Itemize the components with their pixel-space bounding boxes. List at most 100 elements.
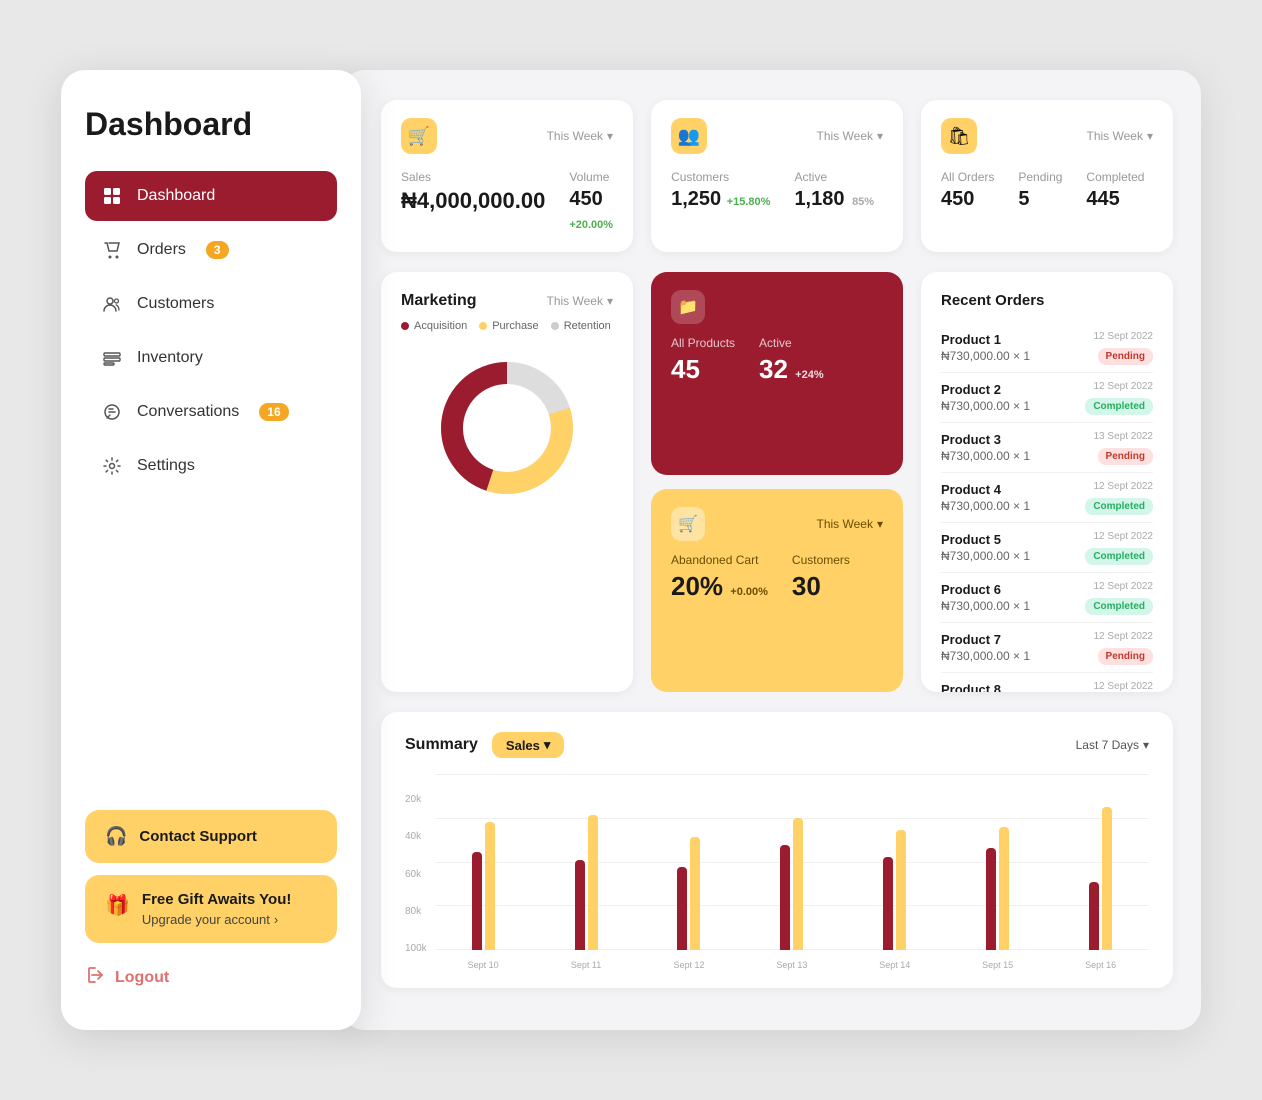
app-container: Dashboard Dashboard	[61, 70, 1201, 1030]
sidebar-title: Dashboard	[85, 106, 337, 143]
summary-header: Summary Sales ▾ Last 7 Days ▾	[405, 732, 1149, 758]
order-row[interactable]: Product 5 ₦730,000.00 × 1 12 Sept 2022 C…	[941, 523, 1153, 573]
headphone-icon: 🎧	[105, 826, 127, 847]
bar-label: Sept 13	[776, 960, 807, 970]
bar-yellow	[896, 830, 906, 950]
order-info: Product 3 ₦730,000.00 × 1	[941, 432, 1030, 463]
order-right: 12 Sept 2022 Completed	[1085, 381, 1153, 414]
abandoned-group: Abandoned Cart 20% +0.00%	[671, 553, 768, 602]
order-status: Completed	[1085, 498, 1153, 515]
completed-value: 445	[1086, 188, 1144, 211]
sidebar-item-orders[interactable]: Orders 3	[85, 225, 337, 275]
bar-label: Sept 12	[673, 960, 704, 970]
orders-icon	[101, 239, 123, 261]
bar-yellow	[588, 815, 598, 950]
bar-pair	[743, 818, 840, 950]
all-orders-group: All Orders 450	[941, 170, 994, 211]
volume-label: Volume	[569, 170, 613, 184]
order-date: 13 Sept 2022	[1094, 431, 1154, 442]
order-name: Product 4	[941, 482, 1030, 497]
bar-red	[986, 848, 996, 950]
order-row[interactable]: Product 7 ₦730,000.00 × 1 12 Sept 2022 P…	[941, 623, 1153, 673]
gift-icon: 🎁	[105, 893, 130, 918]
retention-dot	[551, 322, 559, 330]
order-info: Product 1 ₦730,000.00 × 1	[941, 332, 1030, 363]
all-products-label: All Products	[671, 336, 735, 350]
sales-stat-card: 🛒 This Week ▾ Sales ₦4,000,000.00 Volume	[381, 100, 633, 252]
free-gift-button[interactable]: 🎁 Free Gift Awaits You! Upgrade your acc…	[85, 875, 337, 943]
active-customers-group: Active 1,180 85%	[794, 170, 874, 211]
all-products-card: 📁 All Products 45 Active 32 +2	[651, 272, 903, 475]
order-row[interactable]: Product 4 ₦730,000.00 × 1 12 Sept 2022 C…	[941, 473, 1153, 523]
customers-icon	[101, 293, 123, 315]
order-amount: ₦730,000.00 × 1	[941, 649, 1030, 663]
order-amount: ₦730,000.00 × 1	[941, 399, 1030, 413]
order-info: Product 5 ₦730,000.00 × 1	[941, 532, 1030, 563]
product-metrics: All Products 45 Active 32 +24%	[671, 336, 883, 385]
bar-pair	[846, 830, 943, 950]
order-right: 12 Sept 2022 Completed	[1085, 531, 1153, 564]
order-name: Product 3	[941, 432, 1030, 447]
all-orders-label: All Orders	[941, 170, 994, 184]
logout-icon	[85, 965, 105, 990]
recent-orders-title: Recent Orders	[941, 292, 1153, 309]
inventory-icon	[101, 347, 123, 369]
order-date: 12 Sept 2022	[1085, 381, 1153, 392]
sidebar-item-customers[interactable]: Customers	[85, 279, 337, 329]
order-row[interactable]: Product 8 ₦730,000.00 × 1 12 Sept 2022 P…	[941, 673, 1153, 692]
order-status: Pending	[1098, 648, 1153, 665]
sales-label: Sales	[401, 170, 545, 184]
sales-filter-badge[interactable]: Sales ▾	[492, 732, 565, 758]
sidebar-item-inventory[interactable]: Inventory	[85, 333, 337, 383]
days-select[interactable]: Last 7 Days ▾	[1076, 738, 1149, 752]
order-row[interactable]: Product 6 ₦730,000.00 × 1 12 Sept 2022 C…	[941, 573, 1153, 623]
logout-label: Logout	[115, 969, 169, 987]
acquisition-dot	[401, 322, 409, 330]
orders-metrics: All Orders 450 Pending 5 Completed 445	[941, 170, 1153, 211]
order-date: 12 Sept 2022	[1094, 681, 1154, 692]
abandoned-change: +0.00%	[730, 586, 768, 598]
y-label-40k: 40k	[405, 831, 427, 842]
orders-stat-card: 🛍 This Week ▾ All Orders 450 Pending 5	[921, 100, 1173, 252]
summary-title: Summary	[405, 736, 478, 754]
all-orders-value: 450	[941, 188, 994, 211]
sidebar-item-settings[interactable]: Settings	[85, 441, 337, 491]
active-value: 1,180 85%	[794, 188, 874, 211]
order-date: 12 Sept 2022	[1085, 481, 1153, 492]
sidebar-conversations-label: Conversations	[137, 403, 239, 421]
logout-button[interactable]: Logout	[85, 955, 337, 1000]
cart-customers-value: 30	[792, 571, 850, 602]
chart-y-labels: 100k 80k 60k 40k 20k	[405, 794, 427, 974]
order-status: Completed	[1085, 598, 1153, 615]
cart-customers-group: Customers 30	[792, 553, 850, 602]
order-amount: ₦730,000.00 × 1	[941, 599, 1030, 613]
purchase-dot	[479, 322, 487, 330]
bar-red	[883, 857, 893, 950]
completed-label: Completed	[1086, 170, 1144, 184]
settings-icon	[101, 455, 123, 477]
bar-red	[677, 867, 687, 950]
legend-purchase: Purchase	[479, 320, 538, 332]
order-name: Product 8	[941, 682, 1030, 692]
active-products-group: Active 32 +24%	[759, 336, 824, 385]
sidebar-item-dashboard[interactable]: Dashboard	[85, 171, 337, 221]
sidebar-nav: Dashboard Orders 3	[85, 171, 337, 495]
donut-svg	[427, 348, 587, 508]
order-row[interactable]: Product 2 ₦730,000.00 × 1 12 Sept 2022 C…	[941, 373, 1153, 423]
orders-week: This Week ▾	[1087, 129, 1154, 143]
order-info: Product 2 ₦730,000.00 × 1	[941, 382, 1030, 413]
bar-group: Sept 16	[1052, 774, 1149, 950]
chart-bars: Sept 10 Sept 11 Sept 12 Sept 13 Sept 14 …	[435, 774, 1149, 974]
order-status: Pending	[1098, 348, 1153, 365]
sidebar-item-conversations[interactable]: Conversations 16	[85, 387, 337, 437]
completed-orders-group: Completed 445	[1086, 170, 1144, 211]
legend-retention: Retention	[551, 320, 611, 332]
contact-support-button[interactable]: 🎧 Contact Support	[85, 810, 337, 863]
order-row[interactable]: Product 3 ₦730,000.00 × 1 13 Sept 2022 P…	[941, 423, 1153, 473]
sidebar: Dashboard Dashboard	[61, 70, 361, 1030]
customers-label: Customers	[671, 170, 770, 184]
order-name: Product 5	[941, 532, 1030, 547]
contact-support-label: Contact Support	[139, 828, 257, 845]
order-row[interactable]: Product 1 ₦730,000.00 × 1 12 Sept 2022 P…	[941, 323, 1153, 373]
order-info: Product 7 ₦730,000.00 × 1	[941, 632, 1030, 663]
